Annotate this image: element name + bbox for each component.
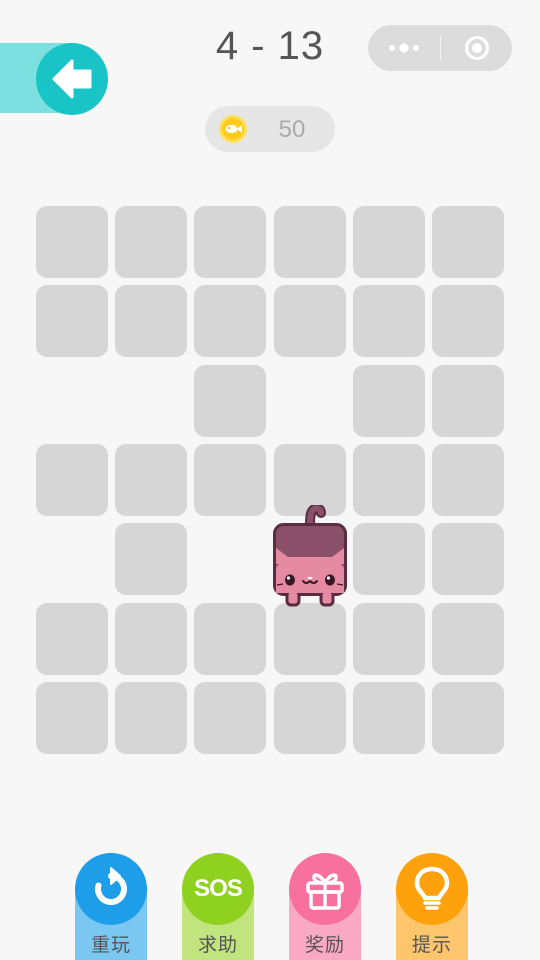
sos-icon: SOS (194, 875, 243, 902)
sos-button[interactable]: SOS 求助 (182, 853, 254, 960)
board-cell[interactable] (353, 444, 425, 516)
board-cell[interactable] (353, 523, 425, 595)
reward-label: 奖励 (304, 935, 345, 956)
board-cell[interactable] (36, 285, 108, 357)
board-cell[interactable] (353, 682, 425, 754)
replay-button[interactable]: 重玩 (75, 853, 147, 960)
board-cell[interactable] (432, 206, 504, 278)
lightbulb-icon (414, 866, 450, 910)
board-cell[interactable] (194, 206, 266, 278)
board-cell[interactable] (36, 206, 108, 278)
board-cell[interactable] (274, 285, 346, 357)
reward-button[interactable]: 奖励 (289, 853, 361, 960)
hint-button-circle (396, 853, 468, 925)
board-cell[interactable] (432, 285, 504, 357)
board-cell[interactable] (432, 444, 504, 516)
board-cell[interactable] (194, 603, 266, 675)
board-cell[interactable] (194, 365, 266, 437)
hint-button[interactable]: 提示 (396, 853, 468, 960)
board-cell[interactable] (432, 523, 504, 595)
board-cell[interactable] (115, 285, 187, 357)
board-cell[interactable] (115, 523, 187, 595)
board-cell[interactable] (115, 206, 187, 278)
board-cell[interactable] (353, 365, 425, 437)
board-cell[interactable] (432, 682, 504, 754)
board-cell[interactable] (274, 206, 346, 278)
replay-label: 重玩 (90, 935, 131, 956)
board-cell[interactable] (353, 285, 425, 357)
board-cell[interactable] (353, 206, 425, 278)
board-cell[interactable] (194, 682, 266, 754)
gift-icon (306, 873, 344, 910)
sos-label: 求助 (197, 935, 238, 956)
board-cell[interactable] (115, 444, 187, 516)
board-cell[interactable] (194, 444, 266, 516)
board-cell[interactable] (274, 603, 346, 675)
replay-icon (95, 867, 128, 905)
hint-label: 提示 (411, 935, 452, 956)
board-cell[interactable] (115, 682, 187, 754)
cat-character[interactable] (273, 505, 347, 609)
board-cell[interactable] (36, 682, 108, 754)
board-cell[interactable] (115, 603, 187, 675)
board-cell[interactable] (353, 603, 425, 675)
board-cell[interactable] (274, 682, 346, 754)
board-cell[interactable] (432, 603, 504, 675)
reward-button-circle (289, 853, 361, 925)
replay-button-circle (75, 853, 147, 925)
sos-button-circle: SOS (182, 853, 254, 925)
board-cell[interactable] (194, 285, 266, 357)
board-cell[interactable] (432, 365, 504, 437)
game-board (0, 0, 540, 800)
board-cell[interactable] (36, 444, 108, 516)
board-cell[interactable] (36, 603, 108, 675)
